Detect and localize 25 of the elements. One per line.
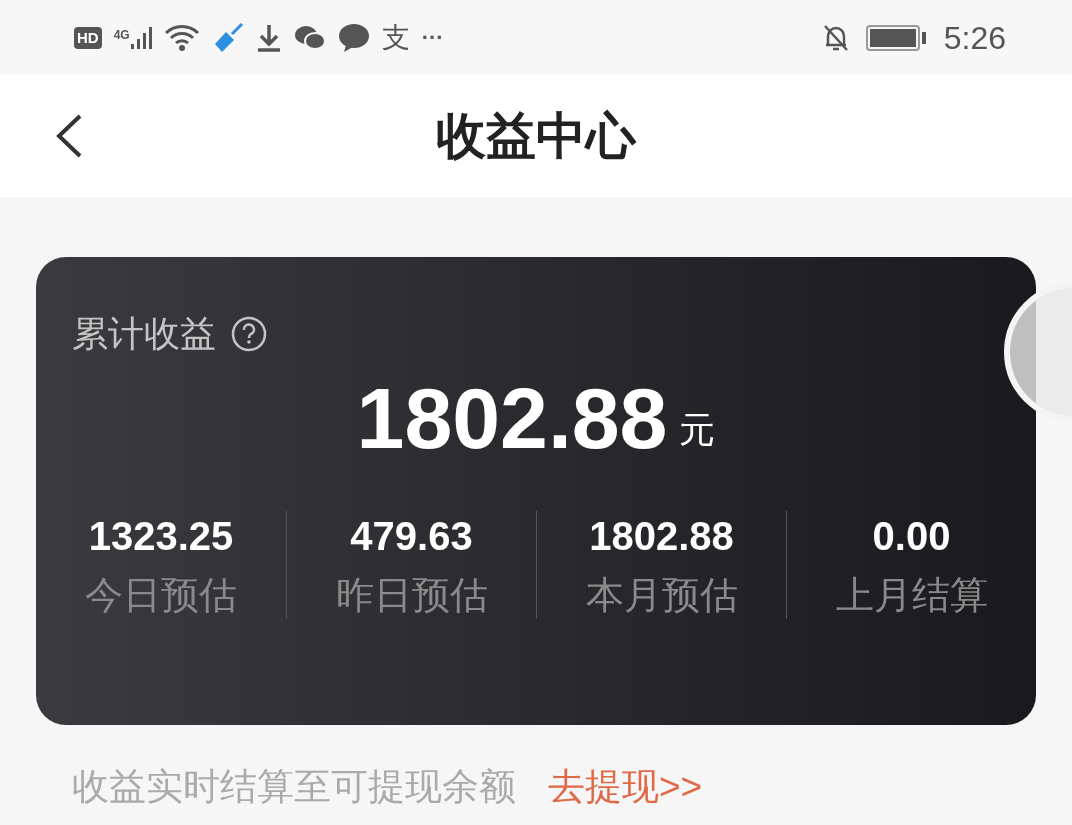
total-amount: 1802.88 bbox=[356, 369, 668, 468]
currency-unit: 元 bbox=[679, 408, 716, 452]
stat-value: 1802.88 bbox=[589, 513, 734, 560]
wifi-icon bbox=[163, 22, 200, 53]
page-title: 收益中心 bbox=[436, 106, 636, 166]
speech-bubble-icon bbox=[337, 22, 370, 53]
stat-label: 本月预估 bbox=[585, 573, 738, 618]
stat-value: 0.00 bbox=[872, 513, 951, 560]
hd-icon: HD bbox=[74, 26, 102, 49]
stat-label: 昨日预估 bbox=[335, 573, 488, 618]
withdraw-link[interactable]: 去提现>> bbox=[548, 759, 703, 815]
signal-icon bbox=[129, 25, 152, 50]
settlement-note: 收益实时结算至可提现余额 bbox=[72, 765, 516, 809]
earnings-label: 累计收益 bbox=[72, 312, 216, 356]
download-icon bbox=[255, 22, 282, 53]
stat-label: 今日预估 bbox=[85, 573, 237, 618]
help-icon bbox=[230, 315, 268, 353]
battery-icon bbox=[865, 24, 928, 51]
stat-value: 1323.25 bbox=[88, 513, 234, 560]
clock-time: 5:26 bbox=[943, 18, 1006, 58]
alipay-icon: 支 bbox=[381, 23, 410, 52]
stat-label: 上月结算 bbox=[835, 573, 988, 618]
network-label: 4G bbox=[113, 26, 130, 44]
more-notifications-icon: ··· bbox=[421, 26, 444, 49]
stat-value: 479.63 bbox=[350, 513, 473, 560]
